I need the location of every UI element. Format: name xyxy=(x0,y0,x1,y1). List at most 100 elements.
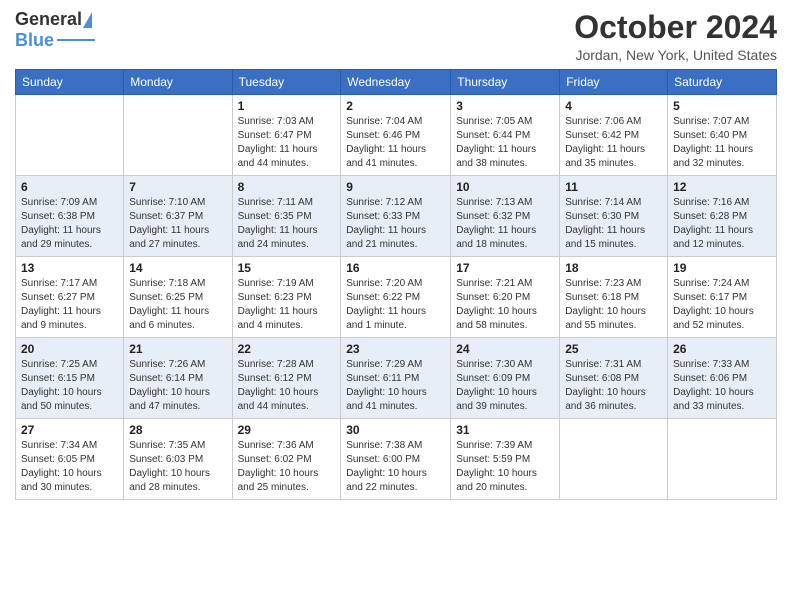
logo-general: General xyxy=(15,10,82,30)
day-info: Sunrise: 7:34 AMSunset: 6:05 PMDaylight:… xyxy=(21,439,118,495)
calendar-cell: 6 Sunrise: 7:09 AMSunset: 6:38 PMDaylight… xyxy=(16,176,124,257)
day-info: Sunrise: 7:16 AMSunset: 6:28 PMDaylight:… xyxy=(673,196,771,252)
day-number: 21 xyxy=(129,342,226,356)
calendar-cell: 23Sunrise: 7:29 AMSunset: 6:11 PMDayligh… xyxy=(341,338,451,419)
day-info: Sunrise: 7:09 AMSunset: 6:38 PMDaylight:… xyxy=(21,196,118,252)
calendar-cell: 24 Sunrise: 7:30 AMSunset: 6:09 PMDayligh… xyxy=(451,338,560,419)
day-number: 20 xyxy=(21,342,118,356)
col-saturday: Saturday xyxy=(668,70,777,95)
day-info: Sunrise: 7:10 AMSunset: 6:37 PMDaylight:… xyxy=(129,196,226,252)
day-number: 28 xyxy=(129,423,226,437)
week-row-5: 27 Sunrise: 7:34 AMSunset: 6:05 PMDayligh… xyxy=(16,419,777,500)
day-info: Sunrise: 7:03 AMSunset: 6:47 PMDaylight:… xyxy=(238,115,336,171)
col-thursday: Thursday xyxy=(451,70,560,95)
calendar-cell: 31 Sunrise: 7:39 AMSunset: 5:59 PMDayligh… xyxy=(451,419,560,500)
calendar-cell: 20 Sunrise: 7:25 AMSunset: 6:15 PMDayligh… xyxy=(16,338,124,419)
col-sunday: Sunday xyxy=(16,70,124,95)
col-wednesday: Wednesday xyxy=(341,70,451,95)
day-info: Sunrise: 7:26 AMSunset: 6:14 PMDaylight:… xyxy=(129,358,226,414)
header: General Blue October 2024 Jordan, New Yo… xyxy=(15,10,777,63)
day-number: 12 xyxy=(673,180,771,194)
calendar-cell: 16 Sunrise: 7:20 AMSunset: 6:22 PMDayligh… xyxy=(341,257,451,338)
day-info: Sunrise: 7:21 AMSunset: 6:20 PMDaylight:… xyxy=(456,277,554,333)
subtitle: Jordan, New York, United States xyxy=(574,47,777,63)
day-number: 14 xyxy=(129,261,226,275)
calendar-cell: 19 Sunrise: 7:24 AMSunset: 6:17 PMDayligh… xyxy=(668,257,777,338)
month-title: October 2024 xyxy=(574,10,777,45)
col-tuesday: Tuesday xyxy=(232,70,341,95)
calendar-cell: 29Sunrise: 7:36 AMSunset: 6:02 PMDayligh… xyxy=(232,419,341,500)
calendar-cell xyxy=(560,419,668,500)
day-number: 1 xyxy=(238,99,336,113)
calendar-cell: 28Sunrise: 7:35 AMSunset: 6:03 PMDayligh… xyxy=(124,419,232,500)
calendar-cell: 9 Sunrise: 7:12 AMSunset: 6:33 PMDaylight… xyxy=(341,176,451,257)
calendar-cell: 25Sunrise: 7:31 AMSunset: 6:08 PMDayligh… xyxy=(560,338,668,419)
day-info: Sunrise: 7:33 AMSunset: 6:06 PMDaylight:… xyxy=(673,358,771,414)
calendar-cell xyxy=(16,95,124,176)
day-number: 13 xyxy=(21,261,118,275)
logo-triangle-icon xyxy=(83,12,92,28)
day-info: Sunrise: 7:30 AMSunset: 6:09 PMDaylight:… xyxy=(456,358,554,414)
day-number: 31 xyxy=(456,423,554,437)
week-row-2: 6 Sunrise: 7:09 AMSunset: 6:38 PMDaylight… xyxy=(16,176,777,257)
calendar-cell: 22Sunrise: 7:28 AMSunset: 6:12 PMDayligh… xyxy=(232,338,341,419)
day-info: Sunrise: 7:06 AMSunset: 6:42 PMDaylight:… xyxy=(565,115,662,171)
calendar-cell: 8 Sunrise: 7:11 AMSunset: 6:35 PMDaylight… xyxy=(232,176,341,257)
day-info: Sunrise: 7:39 AMSunset: 5:59 PMDaylight:… xyxy=(456,439,554,495)
day-number: 6 xyxy=(21,180,118,194)
day-number: 5 xyxy=(673,99,771,113)
day-info: Sunrise: 7:20 AMSunset: 6:22 PMDaylight:… xyxy=(346,277,445,333)
day-info: Sunrise: 7:17 AMSunset: 6:27 PMDaylight:… xyxy=(21,277,118,333)
day-info: Sunrise: 7:04 AMSunset: 6:46 PMDaylight:… xyxy=(346,115,445,171)
calendar-cell: 2 Sunrise: 7:04 AMSunset: 6:46 PMDaylight… xyxy=(341,95,451,176)
day-info: Sunrise: 7:36 AMSunset: 6:02 PMDaylight:… xyxy=(238,439,336,495)
week-row-3: 13 Sunrise: 7:17 AMSunset: 6:27 PMDayligh… xyxy=(16,257,777,338)
day-number: 24 xyxy=(456,342,554,356)
day-number: 9 xyxy=(346,180,445,194)
calendar-cell: 18Sunrise: 7:23 AMSunset: 6:18 PMDayligh… xyxy=(560,257,668,338)
title-section: October 2024 Jordan, New York, United St… xyxy=(574,10,777,63)
day-info: Sunrise: 7:24 AMSunset: 6:17 PMDaylight:… xyxy=(673,277,771,333)
logo-underline xyxy=(57,39,95,41)
calendar-cell: 17 Sunrise: 7:21 AMSunset: 6:20 PMDayligh… xyxy=(451,257,560,338)
calendar-cell: 3Sunrise: 7:05 AMSunset: 6:44 PMDaylight… xyxy=(451,95,560,176)
day-number: 2 xyxy=(346,99,445,113)
day-info: Sunrise: 7:05 AMSunset: 6:44 PMDaylight:… xyxy=(456,115,554,171)
calendar-cell: 21 Sunrise: 7:26 AMSunset: 6:14 PMDayligh… xyxy=(124,338,232,419)
header-row: Sunday Monday Tuesday Wednesday Thursday… xyxy=(16,70,777,95)
day-number: 30 xyxy=(346,423,445,437)
day-number: 10 xyxy=(456,180,554,194)
col-friday: Friday xyxy=(560,70,668,95)
day-number: 22 xyxy=(238,342,336,356)
calendar-cell: 5Sunrise: 7:07 AMSunset: 6:40 PMDaylight… xyxy=(668,95,777,176)
day-number: 27 xyxy=(21,423,118,437)
day-number: 25 xyxy=(565,342,662,356)
day-number: 11 xyxy=(565,180,662,194)
calendar-cell: 26Sunrise: 7:33 AMSunset: 6:06 PMDayligh… xyxy=(668,338,777,419)
calendar-cell: 30 Sunrise: 7:38 AMSunset: 6:00 PMDayligh… xyxy=(341,419,451,500)
day-info: Sunrise: 7:11 AMSunset: 6:35 PMDaylight:… xyxy=(238,196,336,252)
logo: General Blue xyxy=(15,10,95,51)
day-number: 16 xyxy=(346,261,445,275)
day-info: Sunrise: 7:38 AMSunset: 6:00 PMDaylight:… xyxy=(346,439,445,495)
day-number: 17 xyxy=(456,261,554,275)
calendar-cell xyxy=(124,95,232,176)
day-number: 8 xyxy=(238,180,336,194)
calendar-table: Sunday Monday Tuesday Wednesday Thursday… xyxy=(15,69,777,500)
calendar-cell: 27 Sunrise: 7:34 AMSunset: 6:05 PMDayligh… xyxy=(16,419,124,500)
day-info: Sunrise: 7:25 AMSunset: 6:15 PMDaylight:… xyxy=(21,358,118,414)
day-info: Sunrise: 7:13 AMSunset: 6:32 PMDaylight:… xyxy=(456,196,554,252)
week-row-1: 1 Sunrise: 7:03 AMSunset: 6:47 PMDaylight… xyxy=(16,95,777,176)
week-row-4: 20 Sunrise: 7:25 AMSunset: 6:15 PMDayligh… xyxy=(16,338,777,419)
day-info: Sunrise: 7:19 AMSunset: 6:23 PMDaylight:… xyxy=(238,277,336,333)
calendar-cell: 12 Sunrise: 7:16 AMSunset: 6:28 PMDayligh… xyxy=(668,176,777,257)
day-info: Sunrise: 7:18 AMSunset: 6:25 PMDaylight:… xyxy=(129,277,226,333)
day-info: Sunrise: 7:12 AMSunset: 6:33 PMDaylight:… xyxy=(346,196,445,252)
calendar-cell: 11Sunrise: 7:14 AMSunset: 6:30 PMDayligh… xyxy=(560,176,668,257)
day-number: 4 xyxy=(565,99,662,113)
calendar-cell: 7Sunrise: 7:10 AMSunset: 6:37 PMDaylight… xyxy=(124,176,232,257)
calendar-cell: 14 Sunrise: 7:18 AMSunset: 6:25 PMDayligh… xyxy=(124,257,232,338)
day-number: 19 xyxy=(673,261,771,275)
calendar-cell: 15Sunrise: 7:19 AMSunset: 6:23 PMDayligh… xyxy=(232,257,341,338)
calendar-cell: 10 Sunrise: 7:13 AMSunset: 6:32 PMDayligh… xyxy=(451,176,560,257)
